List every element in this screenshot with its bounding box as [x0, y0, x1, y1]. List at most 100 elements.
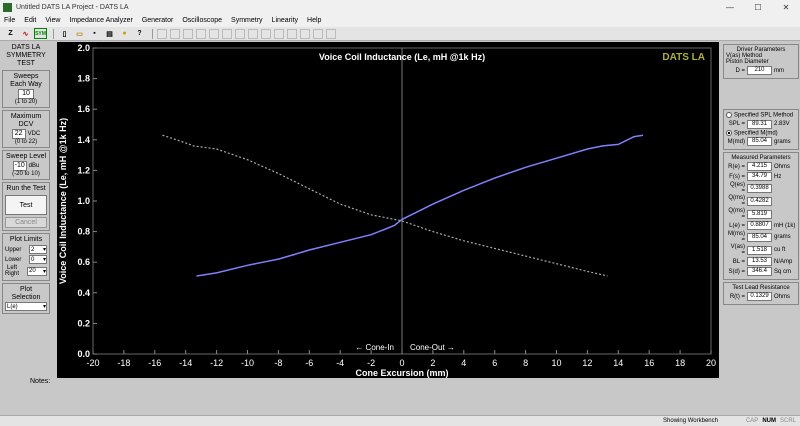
- toolbar-blank-icon[interactable]: [326, 28, 336, 39]
- menu-impedance-analyzer[interactable]: Impedance Analyzer: [69, 17, 132, 24]
- chart-svg: 0.00.20.40.60.81.01.21.41.61.82.0-20 -18-…: [58, 43, 716, 378]
- y-tick-label: 0.2: [77, 318, 90, 328]
- toolbar-blank-icon[interactable]: [300, 28, 310, 39]
- menu-file[interactable]: File: [4, 17, 15, 24]
- test-settings-panel: DATS LA SYMMETRY TEST Sweeps Each Way 10…: [0, 42, 52, 314]
- dcv-range: (0 to 22): [14, 139, 38, 145]
- menu-bar: File Edit View Impedance Analyzer Genera…: [0, 14, 800, 27]
- lead-label: R(t) =: [729, 293, 745, 300]
- run-test-group: Run the Test Test Cancel: [2, 182, 50, 231]
- measured-params-group: Measured Parameters R(e) = 4.215 Ohms F(s)…: [723, 152, 799, 281]
- impedance-z-icon[interactable]: Z: [4, 28, 17, 39]
- spl-method-label: Specified SPL Method: [734, 112, 794, 119]
- toolbar: Z ∿ SYM ▯ ▭ ▪ ▤ ● ?: [0, 27, 800, 41]
- toolbar-blank-icon[interactable]: [274, 28, 284, 39]
- driver-params-group: Driver Parameters V(as) Method Piston Di…: [723, 44, 799, 79]
- x-tick-label: 2: [430, 358, 435, 368]
- dcv-unit: VDC: [27, 131, 41, 137]
- chart-title: Voice Coil Inductance (Le, mH @1k Hz): [319, 52, 485, 62]
- menu-generator[interactable]: Generator: [142, 17, 174, 24]
- toolbar-blank-icon[interactable]: [248, 28, 258, 39]
- spl-method-group: Specified SPL Method SPL = 89.31 2.83V S…: [723, 109, 799, 151]
- piston-diameter-input[interactable]: 210: [747, 66, 772, 75]
- lead-resistance-input[interactable]: 0.1329: [747, 292, 772, 302]
- x-tick-label: 14: [613, 358, 623, 368]
- lower-select[interactable]: 0 ▾: [29, 255, 47, 264]
- dcv-input[interactable]: 22: [11, 129, 26, 139]
- save-icon[interactable]: ▪: [88, 28, 101, 39]
- upper-select[interactable]: 2 ▾: [29, 245, 47, 254]
- mmd-method-radio[interactable]: [726, 129, 732, 136]
- y-tick-label: 1.6: [77, 104, 90, 114]
- new-file-icon[interactable]: ▯: [58, 28, 71, 39]
- menu-help[interactable]: Help: [307, 17, 321, 24]
- toolbar-blank-icon[interactable]: [196, 28, 206, 39]
- toolbar-blank-icon[interactable]: [287, 28, 297, 39]
- lower-label: Lower: [5, 256, 22, 263]
- sweep-level-label: Sweep Level: [5, 153, 47, 160]
- x-tick-label: -8: [274, 358, 282, 368]
- param-row: R(e) = 4.215 Ohms: [728, 162, 791, 172]
- toolbar-blank-icon[interactable]: [235, 28, 245, 39]
- y-tick-label: 1.2: [77, 165, 90, 175]
- mmd-input[interactable]: 85.04: [747, 137, 772, 147]
- spl-input[interactable]: 89.31: [747, 119, 772, 129]
- help-icon[interactable]: ?: [133, 28, 146, 39]
- x-tick-label: 20: [706, 358, 716, 368]
- panel-title: DATS LA: [11, 44, 41, 51]
- toolbar-blank-icon[interactable]: [209, 28, 219, 39]
- toolbar-blank-icon[interactable]: [222, 28, 232, 39]
- mmd-unit: grams: [774, 138, 791, 145]
- maximize-button[interactable]: ☐: [744, 0, 772, 14]
- sweeps-input[interactable]: 10: [18, 89, 34, 99]
- menu-linearity[interactable]: Linearity: [272, 17, 298, 24]
- toolbar-blank-icon[interactable]: [183, 28, 193, 39]
- inductance-line-solid: [196, 134, 644, 277]
- param-row: Q(es) = 0.3988: [726, 182, 796, 194]
- test-button[interactable]: Test: [5, 195, 47, 215]
- run-label: Run the Test: [6, 185, 46, 192]
- plot-limits-label: Plot Limits: [9, 236, 43, 243]
- menu-view[interactable]: View: [45, 17, 60, 24]
- piston-label: Piston Diameter: [726, 59, 769, 65]
- close-button[interactable]: ✕: [772, 0, 800, 14]
- toolbar-blank-icon[interactable]: [261, 28, 271, 39]
- x-tick-label: -4: [336, 358, 344, 368]
- param-row: S(d) = 346.4 Sq cm: [728, 267, 792, 277]
- x-tick-label: 12: [582, 358, 592, 368]
- inductance-chart: 0.0 0.2 0.4 0.6 0.8 1.0 1.2 1.4 1.6 1.8 2.0 -20 -18-…: [57, 42, 719, 378]
- x-tick-label: 0: [399, 358, 404, 368]
- sweep-level-input[interactable]: -10: [12, 161, 27, 171]
- left-right-select[interactable]: 20 ▾: [27, 266, 47, 276]
- y-tick-label: 0.8: [77, 227, 90, 237]
- panel-title: TEST: [17, 60, 35, 67]
- toolbar-blank-icon[interactable]: [313, 28, 323, 39]
- minimize-button[interactable]: —: [716, 0, 744, 14]
- cancel-button[interactable]: Cancel: [5, 217, 47, 228]
- app-icon: [3, 2, 12, 12]
- spl-method-radio[interactable]: [726, 112, 732, 118]
- title-bar: Untitled DATS LA Project - DATS LA — ☐ ✕: [0, 0, 800, 14]
- print-icon[interactable]: ▤: [103, 28, 116, 39]
- sweep-level-unit: dBu: [28, 163, 40, 169]
- open-folder-icon[interactable]: ▭: [73, 28, 86, 39]
- num-indicator: NUM: [762, 418, 776, 424]
- symmetry-icon[interactable]: SYM: [34, 28, 47, 39]
- toolbar-blank-icon[interactable]: [170, 28, 180, 39]
- plot-selection-select[interactable]: L(e) ▾: [5, 302, 47, 311]
- x-tick-label: 10: [551, 358, 561, 368]
- dcv-label: Maximum DCV: [10, 113, 42, 128]
- chevron-down-icon: ▾: [42, 304, 46, 310]
- plot-limits-group: Plot Limits Upper 2 ▾ Lower 0 ▾ Left Right …: [2, 233, 50, 281]
- max-dcv-group: Maximum DCV 22 VDC (0 to 22): [2, 110, 50, 148]
- lightbulb-icon[interactable]: ●: [118, 28, 131, 39]
- menu-edit[interactable]: Edit: [24, 17, 36, 24]
- cone-in-label: ← Cone-In: [355, 343, 394, 352]
- toolbar-blank-icon[interactable]: [157, 28, 167, 39]
- x-axis-label: Cone Excursion (mm): [355, 368, 448, 378]
- test-lead-group: Test Lead Resistance R(t) = 0.1329 Ohms: [723, 282, 799, 306]
- menu-symmetry[interactable]: Symmetry: [231, 17, 263, 24]
- x-tick-label: -10: [241, 358, 254, 368]
- sine-wave-icon[interactable]: ∿: [19, 28, 32, 39]
- menu-oscilloscope[interactable]: Oscilloscope: [182, 17, 222, 24]
